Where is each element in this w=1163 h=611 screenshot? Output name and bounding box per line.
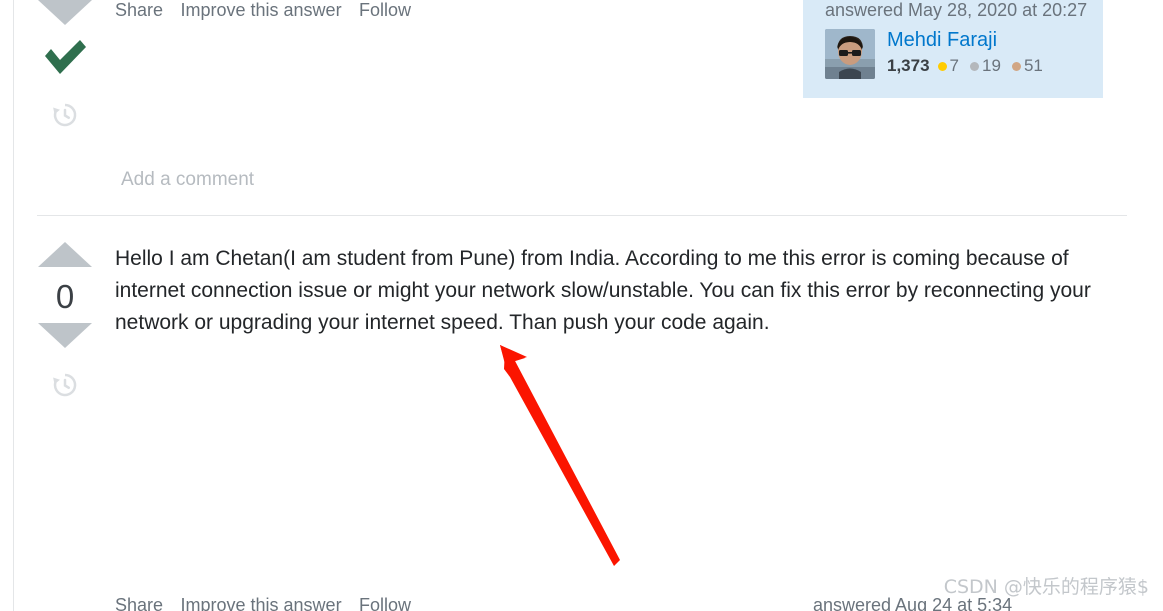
triangle-down-icon[interactable] bbox=[38, 323, 92, 348]
avatar[interactable] bbox=[825, 29, 875, 79]
user-info: Mehdi Faraji 1,373 7 19 51 bbox=[887, 29, 1054, 76]
history-clock-icon[interactable] bbox=[50, 100, 80, 130]
gold-badge-icon bbox=[937, 61, 947, 71]
answer-actions-accepted: Share Improve this answer Follow bbox=[115, 0, 424, 21]
follow-link[interactable]: Follow bbox=[359, 0, 411, 20]
triangle-down-icon[interactable] bbox=[38, 0, 92, 25]
answered-timestamp: answered May 28, 2020 at 20:27 bbox=[825, 0, 1088, 20]
annotation-arrow bbox=[480, 335, 660, 585]
silver-badge-count: 19 bbox=[982, 56, 1001, 75]
answer-body: Hello I am Chetan(I am student from Pune… bbox=[115, 247, 1091, 334]
add-comment-link[interactable]: Add a comment bbox=[121, 169, 254, 191]
share-link[interactable]: Share bbox=[115, 0, 163, 20]
improve-answer-link[interactable]: Improve this answer bbox=[181, 595, 342, 611]
answer-divider bbox=[37, 215, 1127, 216]
username-link[interactable]: Mehdi Faraji bbox=[887, 29, 1054, 52]
gold-badge-count: 7 bbox=[949, 56, 960, 75]
bronze-badge-count: 51 bbox=[1023, 56, 1043, 75]
follow-link[interactable]: Follow bbox=[359, 595, 411, 611]
bronze-badge-icon bbox=[1011, 61, 1021, 71]
vote-column-chetan: 0 bbox=[37, 242, 93, 400]
triangle-up-icon[interactable] bbox=[38, 242, 92, 267]
stackoverflow-answers-page: Share Improve this answer Follow answere… bbox=[0, 0, 1163, 611]
improve-answer-link[interactable]: Improve this answer bbox=[181, 0, 342, 20]
silver-badge-icon bbox=[970, 61, 980, 71]
answer-accepted: Share Improve this answer Follow answere… bbox=[0, 0, 1163, 215]
watermark: CSDN @快乐的程序猿$ bbox=[943, 576, 1149, 598]
check-icon bbox=[41, 38, 89, 78]
reputation-score: 1,373 bbox=[887, 56, 930, 75]
history-clock-icon[interactable] bbox=[50, 370, 80, 400]
vote-count: 0 bbox=[55, 278, 75, 315]
reputation-line: 1,373 7 19 51 bbox=[887, 56, 1054, 76]
share-link[interactable]: Share bbox=[115, 595, 163, 611]
user-card-accepted: answered May 28, 2020 at 20:27 Mehdi Far… bbox=[803, 0, 1103, 98]
answer-actions-chetan: Share Improve this answer Follow bbox=[115, 595, 424, 611]
vote-column-accepted bbox=[37, 0, 93, 130]
